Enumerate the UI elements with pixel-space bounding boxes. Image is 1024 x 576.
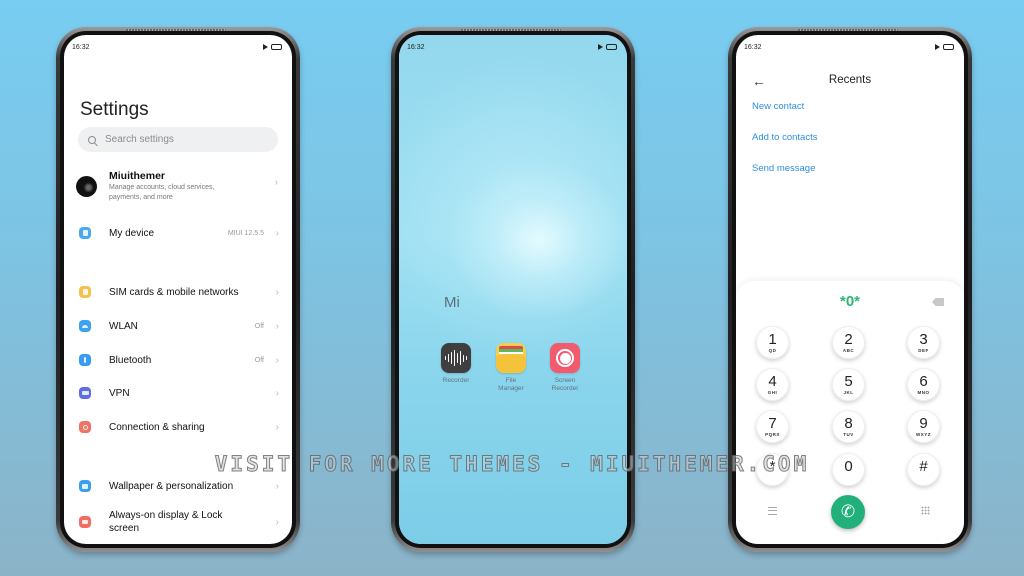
- new-contact-link[interactable]: New contact: [752, 101, 804, 112]
- file-manager-icon: [496, 343, 526, 373]
- settings-screen: 16:32 Settings Miuithemer Manage account…: [64, 35, 292, 544]
- app-label: File Manager: [498, 377, 524, 392]
- key-3[interactable]: 3 DEF: [907, 326, 940, 359]
- key-6[interactable]: 6 MNO: [907, 368, 940, 401]
- chevron-right-icon: ›: [275, 320, 279, 332]
- settings-item-sim[interactable]: SIM cards & mobile networks ›: [79, 280, 282, 304]
- chevron-right-icon: ›: [275, 354, 279, 366]
- account-subtitle: Manage accounts, cloud services, payment…: [109, 184, 215, 201]
- chevron-right-icon: ›: [275, 286, 279, 298]
- search-settings-field[interactable]: [78, 127, 278, 152]
- account-name: Miuithemer: [109, 170, 166, 182]
- settings-item-vpn[interactable]: VPN ›: [79, 381, 282, 405]
- chevron-right-icon: ›: [275, 516, 279, 528]
- dialpad-icon[interactable]: [921, 506, 930, 515]
- home-screen: 16:32 Mi Recorder File Manager Screen Re…: [399, 35, 627, 544]
- search-input[interactable]: [105, 134, 235, 145]
- status-time: 16:32: [744, 43, 762, 51]
- battery-icon: [271, 44, 282, 50]
- key-9[interactable]: 9 WXYZ: [907, 410, 940, 443]
- device-icon: [79, 227, 91, 239]
- app-recorder[interactable]: Recorder: [431, 343, 481, 385]
- app-label: Recorder: [442, 377, 470, 384]
- battery-icon: [943, 44, 954, 50]
- phone-dialer: 16:32 ← Recents New contact Add to conta…: [728, 27, 972, 552]
- settings-item-wallpaper[interactable]: Wallpaper & personalization ›: [79, 474, 282, 498]
- wallpaper: [399, 35, 627, 544]
- phone-settings: 16:32 Settings Miuithemer Manage account…: [56, 27, 300, 552]
- key-2[interactable]: 2 ABC: [832, 326, 865, 359]
- chevron-right-icon: ›: [275, 387, 279, 399]
- settings-item-value: Off: [254, 322, 264, 330]
- chevron-right-icon: ›: [275, 480, 279, 492]
- page-title: Recents: [828, 74, 872, 86]
- send-message-link[interactable]: Send message: [752, 163, 815, 174]
- folder-title: Mi: [444, 294, 460, 311]
- key-4[interactable]: 4 GHI: [756, 368, 789, 401]
- settings-item-label: SIM cards & mobile networks: [109, 286, 239, 298]
- status-time: 16:32: [407, 43, 425, 51]
- status-bar: 16:32: [407, 41, 617, 53]
- settings-item-wlan[interactable]: WLAN Off ›: [79, 314, 282, 338]
- wallpaper-icon: [79, 480, 91, 492]
- chevron-right-icon: ›: [274, 177, 278, 188]
- phone-icon: ✆: [840, 502, 856, 521]
- signal-icon: [598, 44, 603, 50]
- menu-icon[interactable]: [768, 507, 777, 515]
- app-screen-recorder[interactable]: Screen Recorder: [540, 343, 590, 393]
- settings-item-connection-sharing[interactable]: Connection & sharing ›: [79, 415, 282, 439]
- settings-item-label: VPN: [109, 387, 130, 399]
- avatar: [76, 176, 97, 197]
- key-0[interactable]: 0: [832, 453, 865, 486]
- sim-icon: [79, 286, 91, 298]
- recorder-icon: [441, 343, 471, 373]
- key-7[interactable]: 7 PQRS: [756, 410, 789, 443]
- status-bar: 16:32: [72, 41, 282, 53]
- app-file-manager[interactable]: File Manager: [486, 343, 536, 393]
- key-5[interactable]: 5 JKL: [832, 368, 865, 401]
- signal-icon: [935, 44, 940, 50]
- account-row[interactable]: Miuithemer Manage accounts, cloud servic…: [76, 169, 282, 209]
- settings-item-label: Wallpaper & personalization: [109, 480, 234, 492]
- bluetooth-icon: [79, 354, 91, 366]
- search-icon: [88, 135, 96, 144]
- settings-item-label: Connection & sharing: [109, 421, 205, 433]
- page-title: Settings: [80, 99, 149, 120]
- battery-icon: [606, 44, 617, 50]
- add-to-contacts-link[interactable]: Add to contacts: [752, 132, 817, 143]
- status-time: 16:32: [72, 43, 90, 51]
- status-bar: 16:32: [744, 41, 954, 53]
- settings-item-label: WLAN: [109, 320, 138, 332]
- phone-home: 16:32 Mi Recorder File Manager Screen Re…: [391, 27, 635, 552]
- key-hash[interactable]: #: [907, 453, 940, 486]
- chevron-right-icon: ›: [275, 421, 279, 433]
- app-label: Screen Recorder: [551, 377, 579, 392]
- key-star[interactable]: *: [756, 453, 789, 486]
- settings-item-bluetooth[interactable]: Bluetooth Off ›: [79, 348, 282, 372]
- vpn-icon: [79, 387, 91, 399]
- key-8[interactable]: 8 TUV: [832, 410, 865, 443]
- settings-item-value: Off: [254, 356, 264, 364]
- settings-item-label: My device: [109, 227, 155, 239]
- lock-icon: [79, 516, 91, 528]
- key-1[interactable]: 1 QD: [756, 326, 789, 359]
- settings-item-always-on-display[interactable]: Always-on display & Lock screen ›: [79, 508, 282, 536]
- settings-item-label: Always-on display & Lock screen: [109, 510, 223, 534]
- connection-sharing-icon: [79, 421, 91, 433]
- settings-item-value: MIUI 12.5.5: [227, 229, 264, 237]
- call-button[interactable]: ✆: [831, 495, 865, 529]
- settings-item-my-device[interactable]: My device MIUI 12.5.5 ›: [79, 221, 282, 245]
- dialed-number: *0*: [839, 293, 861, 310]
- settings-item-label: Bluetooth: [109, 354, 152, 366]
- wifi-icon: [79, 320, 91, 332]
- chevron-right-icon: ›: [275, 227, 279, 239]
- screen-recorder-icon: [550, 343, 580, 373]
- keypad: *0* 1 QD 2 ABC 3 DEF 4 GHI 5 JKL 6 MNO 7 PQRS 8…: [736, 281, 964, 544]
- dialer-screen: 16:32 ← Recents New contact Add to conta…: [736, 35, 964, 544]
- signal-icon: [263, 44, 268, 50]
